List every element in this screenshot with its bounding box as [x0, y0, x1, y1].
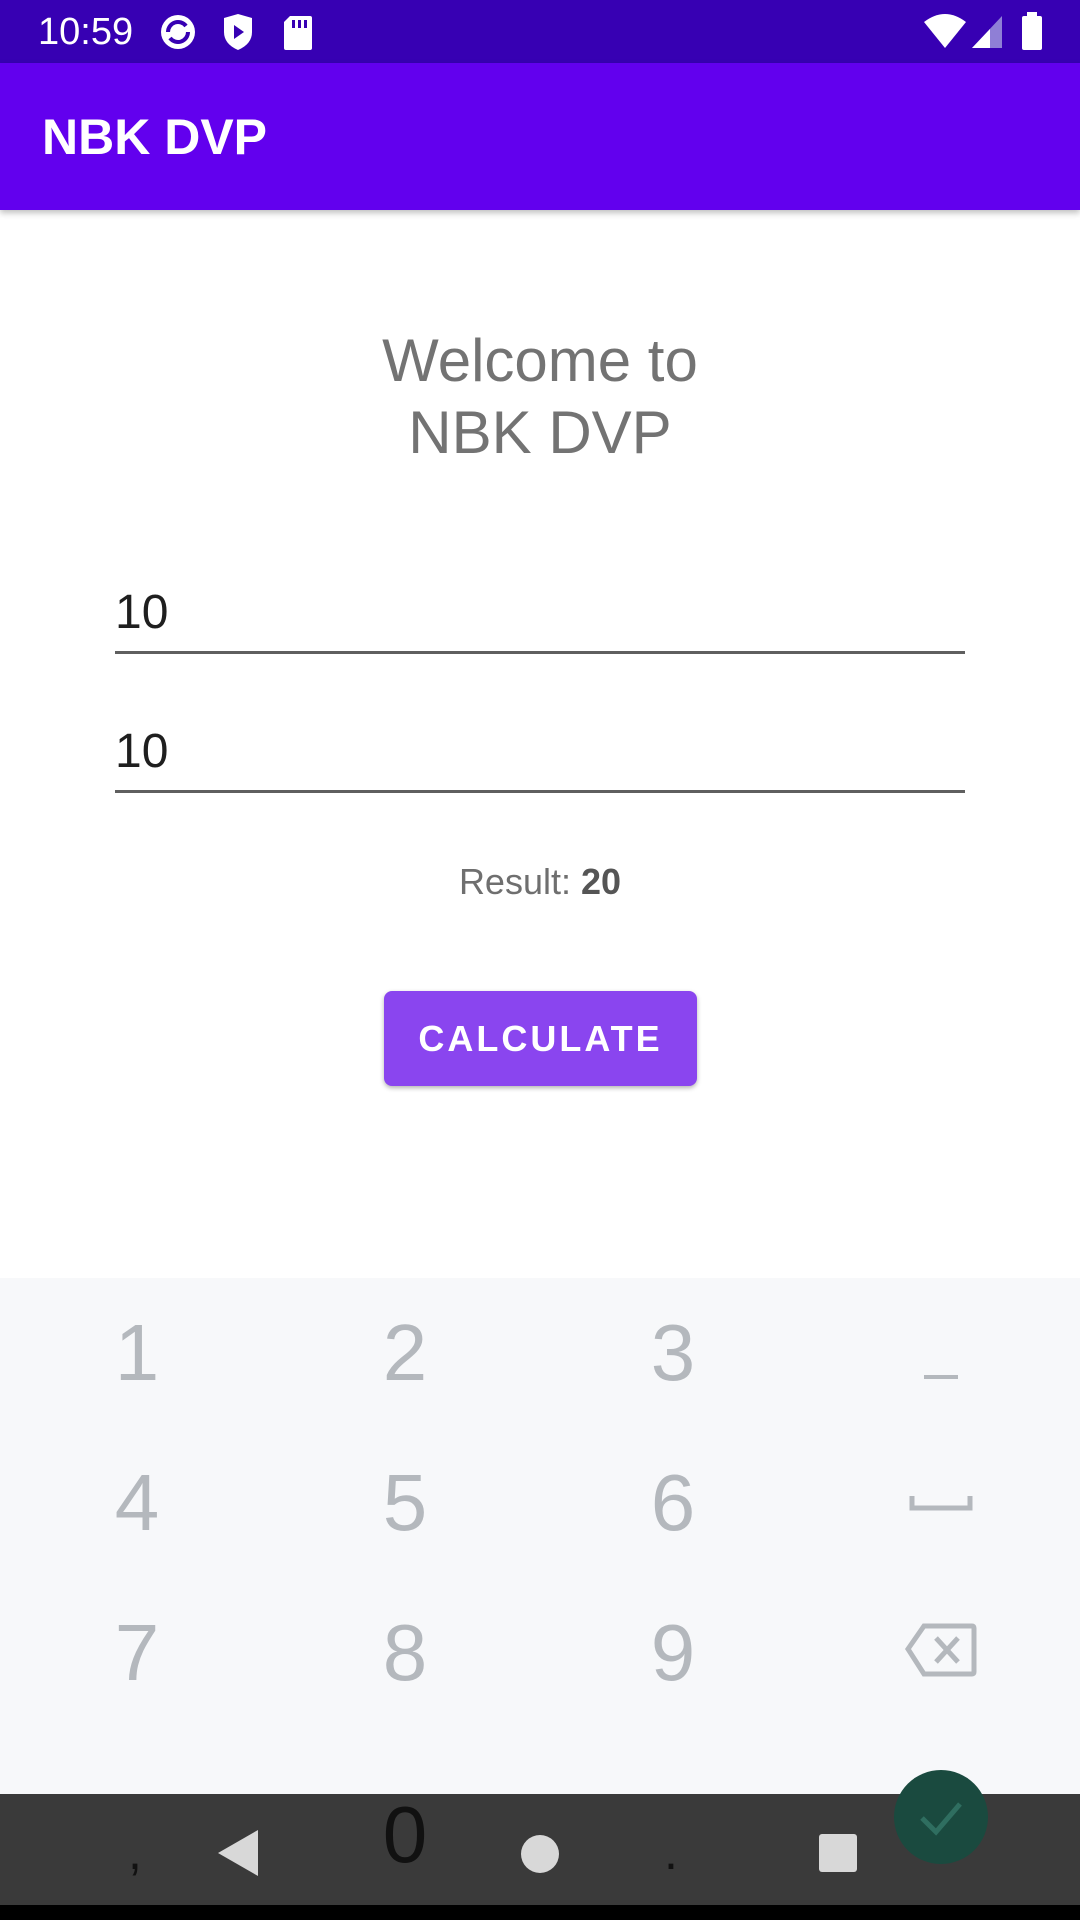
key-6[interactable]: 6 — [538, 1428, 808, 1578]
second-number-value: 10 — [115, 725, 169, 778]
minus-icon — [924, 1375, 958, 1379]
welcome-heading: Welcome to NBK DVP — [0, 325, 1080, 469]
status-bar: 10:59 — [0, 0, 1080, 63]
home-icon[interactable] — [518, 1832, 562, 1881]
done-button[interactable] — [894, 1770, 988, 1864]
key-5[interactable]: 5 — [270, 1428, 540, 1578]
backspace-key[interactable] — [806, 1578, 1076, 1728]
app-title: NBK DVP — [42, 109, 268, 165]
key-2[interactable]: 2 — [270, 1278, 540, 1428]
key-8[interactable]: 8 — [270, 1578, 540, 1728]
shield-icon — [218, 12, 258, 52]
minus-key[interactable] — [806, 1278, 1076, 1428]
result-value: 20 — [581, 861, 622, 902]
sync-icon — [158, 12, 198, 52]
recents-icon[interactable] — [817, 1832, 859, 1879]
result-text: Result: 20 — [0, 860, 1080, 904]
welcome-line-2: NBK DVP — [408, 399, 672, 466]
nav-bottom-strip — [0, 1905, 1080, 1920]
signal-icon — [970, 12, 1004, 52]
first-number-value: 10 — [115, 586, 169, 639]
numeric-keyboard: 1 2 3 4 5 6 7 8 9 — [0, 1278, 1080, 1794]
back-icon[interactable] — [216, 1828, 260, 1883]
key-4[interactable]: 4 — [2, 1428, 272, 1578]
check-icon — [920, 1802, 962, 1836]
space-key[interactable] — [806, 1428, 1076, 1578]
key-0[interactable]: 0 — [330, 1790, 480, 1880]
key-9[interactable]: 9 — [538, 1578, 808, 1728]
app-bar: NBK DVP — [0, 63, 1080, 210]
second-number-input[interactable]: 10 — [115, 707, 965, 793]
result-label: Result: — [458, 861, 571, 902]
key-comma[interactable]: , — [128, 1822, 142, 1882]
battery-icon — [1018, 12, 1046, 52]
key-period[interactable]: . — [664, 1822, 678, 1882]
status-time: 10:59 — [38, 11, 134, 53]
sd-card-icon — [278, 12, 318, 52]
key-1[interactable]: 1 — [2, 1278, 272, 1428]
backspace-icon — [904, 1623, 977, 1677]
welcome-line-1: Welcome to — [382, 327, 698, 394]
key-7[interactable]: 7 — [2, 1578, 272, 1728]
key-3[interactable]: 3 — [538, 1278, 808, 1428]
first-number-input[interactable]: 10 — [115, 568, 965, 654]
calculate-button[interactable]: CALCULATE — [384, 991, 697, 1086]
space-icon — [909, 1496, 973, 1511]
wifi-icon — [922, 12, 968, 52]
